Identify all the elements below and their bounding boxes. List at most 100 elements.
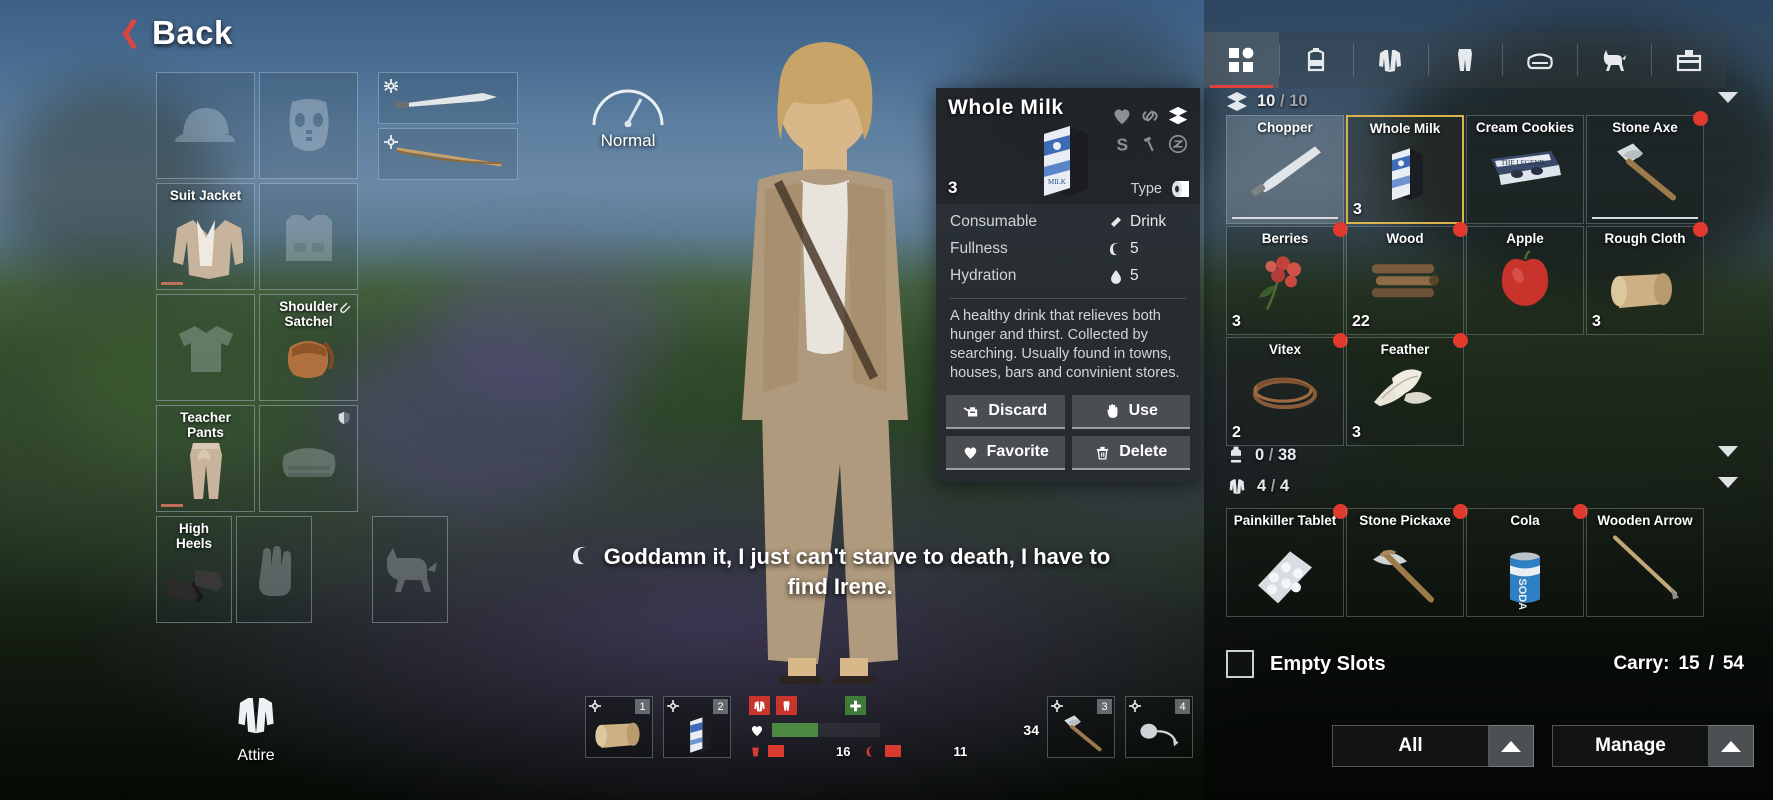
droplet-icon: [1111, 269, 1121, 284]
carry-label: Carry:: [1613, 653, 1670, 674]
nodrop-flag-icon[interactable]: [1167, 133, 1189, 155]
section-count: 10 / 10: [1257, 92, 1308, 111]
back-button[interactable]: Back: [118, 14, 233, 52]
equip-slot-jacket[interactable]: Suit Jacket: [156, 183, 255, 290]
equip-slot-label: Teacher Pants: [180, 410, 231, 440]
waistbag-icon: [1526, 53, 1553, 70]
discard-icon: [964, 406, 978, 416]
thirst-hunger-row: 16 11: [749, 743, 1039, 759]
tab-waistbag[interactable]: [1502, 32, 1577, 88]
inventory-item-chopper[interactable]: Chopper: [1226, 115, 1344, 224]
hotbar-slot-3[interactable]: 3: [1047, 696, 1115, 758]
inventory-item-cream-cookies[interactable]: Cream Cookies THE LEGEND: [1466, 115, 1584, 224]
equip-slot-satchel[interactable]: Shoulder Satchel: [259, 294, 358, 401]
favorite-flag-icon[interactable]: [1111, 105, 1133, 127]
stomach-icon: [1110, 242, 1119, 255]
section-sep: /: [1268, 445, 1274, 464]
inventory-item-rough-cloth[interactable]: Rough Cloth 3: [1586, 222, 1708, 335]
tab-pet[interactable]: [1576, 32, 1652, 88]
vitex-icon: [1253, 377, 1317, 409]
section-collapse-arrow[interactable]: [1718, 446, 1738, 457]
stomach-icon: [572, 546, 587, 565]
discard-button[interactable]: Discard: [946, 395, 1065, 429]
section-collapse-arrow[interactable]: [1718, 92, 1738, 103]
equip-slot-label: High Heels: [175, 521, 213, 551]
carry-weight: Carry: 15 / 54: [1613, 653, 1744, 675]
inventory-item-painkiller-tablet[interactable]: Painkiller Tablet: [1226, 504, 1348, 617]
box-icon: [1227, 92, 1247, 111]
inventory-item-stone-axe[interactable]: Stone Axe: [1586, 111, 1708, 224]
hotbar: 1 2 34 16 11 3 4: [585, 696, 1203, 759]
section-collapse-arrow[interactable]: [1718, 477, 1738, 488]
item-type-row: Type: [1131, 180, 1190, 198]
delete-button[interactable]: Delete: [1071, 436, 1190, 470]
inventory-item-berries[interactable]: Berries 3: [1226, 222, 1348, 335]
hotbar-slot-2[interactable]: 2: [663, 696, 731, 758]
inventory-item-wood[interactable]: Wood 22: [1346, 222, 1468, 335]
box-flag-icon[interactable]: [1167, 105, 1189, 127]
hotbar-number: 4: [1175, 699, 1190, 714]
item-description: A healthy drink that relieves both hunge…: [950, 308, 1180, 381]
inventory-item-whole-milk[interactable]: Whole Milk 3: [1346, 115, 1464, 224]
inventory-item-feather[interactable]: Feather 3: [1346, 333, 1468, 446]
equip-slot-gloves[interactable]: [236, 516, 312, 623]
use-button[interactable]: Use: [1071, 395, 1190, 429]
health-row: 34: [749, 721, 1039, 739]
inventory-item-apple[interactable]: Apple: [1466, 226, 1584, 335]
paper-roll-icon: [1172, 181, 1189, 197]
item-quantity: 3: [1232, 313, 1241, 330]
equip-slot-pet[interactable]: [372, 516, 448, 623]
milk-carton-icon: MILK: [1044, 126, 1088, 196]
hotbar-slot-4[interactable]: 4: [1125, 696, 1193, 758]
carry-current: 15: [1678, 653, 1700, 674]
equip-slot-vest[interactable]: [259, 183, 358, 290]
empty-slots-row: Empty Slots Carry: 15 / 54: [1226, 650, 1744, 678]
tab-pants[interactable]: [1427, 32, 1503, 88]
pants-icon: [1458, 49, 1473, 71]
inventory-row: Vitex 2 Feather 3: [1226, 333, 1468, 446]
equip-slot-shoes[interactable]: High Heels: [156, 516, 232, 623]
hotbar-slot-1[interactable]: 1: [585, 696, 653, 758]
status-effect-icons: [749, 696, 1039, 715]
inventory-item-wooden-arrow[interactable]: Wooden Arrow: [1586, 508, 1704, 617]
stat-value-text: 5: [1130, 266, 1139, 284]
status-indicator: Normal: [580, 83, 676, 151]
jacket-icon: [172, 219, 243, 279]
favorite-button[interactable]: Favorite: [946, 436, 1065, 470]
item-name: Painkiller Tablet: [1233, 513, 1337, 528]
inventory-item-cola[interactable]: Cola SODA: [1466, 504, 1588, 617]
manage-expand-button[interactable]: [1709, 725, 1754, 767]
equip-slot-shirt[interactable]: [156, 294, 255, 401]
craft-flag-icon[interactable]: [1139, 133, 1161, 155]
tab-toolbox[interactable]: [1651, 32, 1726, 88]
item-name: Berries: [1261, 231, 1309, 246]
equip-slot-pants[interactable]: Teacher Pants: [156, 405, 255, 512]
item-type-label: Type: [1130, 181, 1162, 197]
feather-icon: [1374, 368, 1432, 406]
equip-slot-head[interactable]: [156, 72, 255, 179]
backpack-icon: [1307, 48, 1324, 72]
sell-flag-icon[interactable]: S: [1111, 133, 1133, 155]
empty-slots-checkbox[interactable]: [1226, 650, 1254, 678]
tab-jacket[interactable]: [1353, 32, 1428, 88]
weapon-slot-primary[interactable]: [378, 72, 518, 124]
attire-button[interactable]: Attire: [196, 690, 316, 765]
stat-row: Consumable Drink: [936, 208, 1200, 235]
manage-button[interactable]: Manage: [1552, 725, 1709, 767]
inventory-item-vitex[interactable]: Vitex 2: [1226, 333, 1348, 446]
weapon-slot-secondary[interactable]: [378, 128, 518, 180]
item-name: Wood: [1386, 231, 1424, 246]
link-flag-icon[interactable]: [1139, 105, 1161, 127]
tab-all[interactable]: [1204, 32, 1279, 88]
inventory-item-stone-pickaxe[interactable]: Stone Pickaxe: [1346, 504, 1468, 617]
subtitle-text: Goddamn it, I just can't starve to death…: [560, 542, 1120, 602]
item-name: Chopper: [1257, 120, 1313, 135]
equip-slot-label: Suit Jacket: [169, 188, 242, 203]
all-expand-button[interactable]: [1489, 725, 1534, 767]
tab-backpack[interactable]: [1278, 32, 1354, 88]
equip-slot-waistbag[interactable]: [259, 405, 358, 512]
all-button[interactable]: All: [1332, 725, 1489, 767]
equip-slot-face[interactable]: [259, 72, 358, 179]
vest-icon: [285, 214, 332, 261]
item-name: Apple: [1506, 231, 1544, 246]
